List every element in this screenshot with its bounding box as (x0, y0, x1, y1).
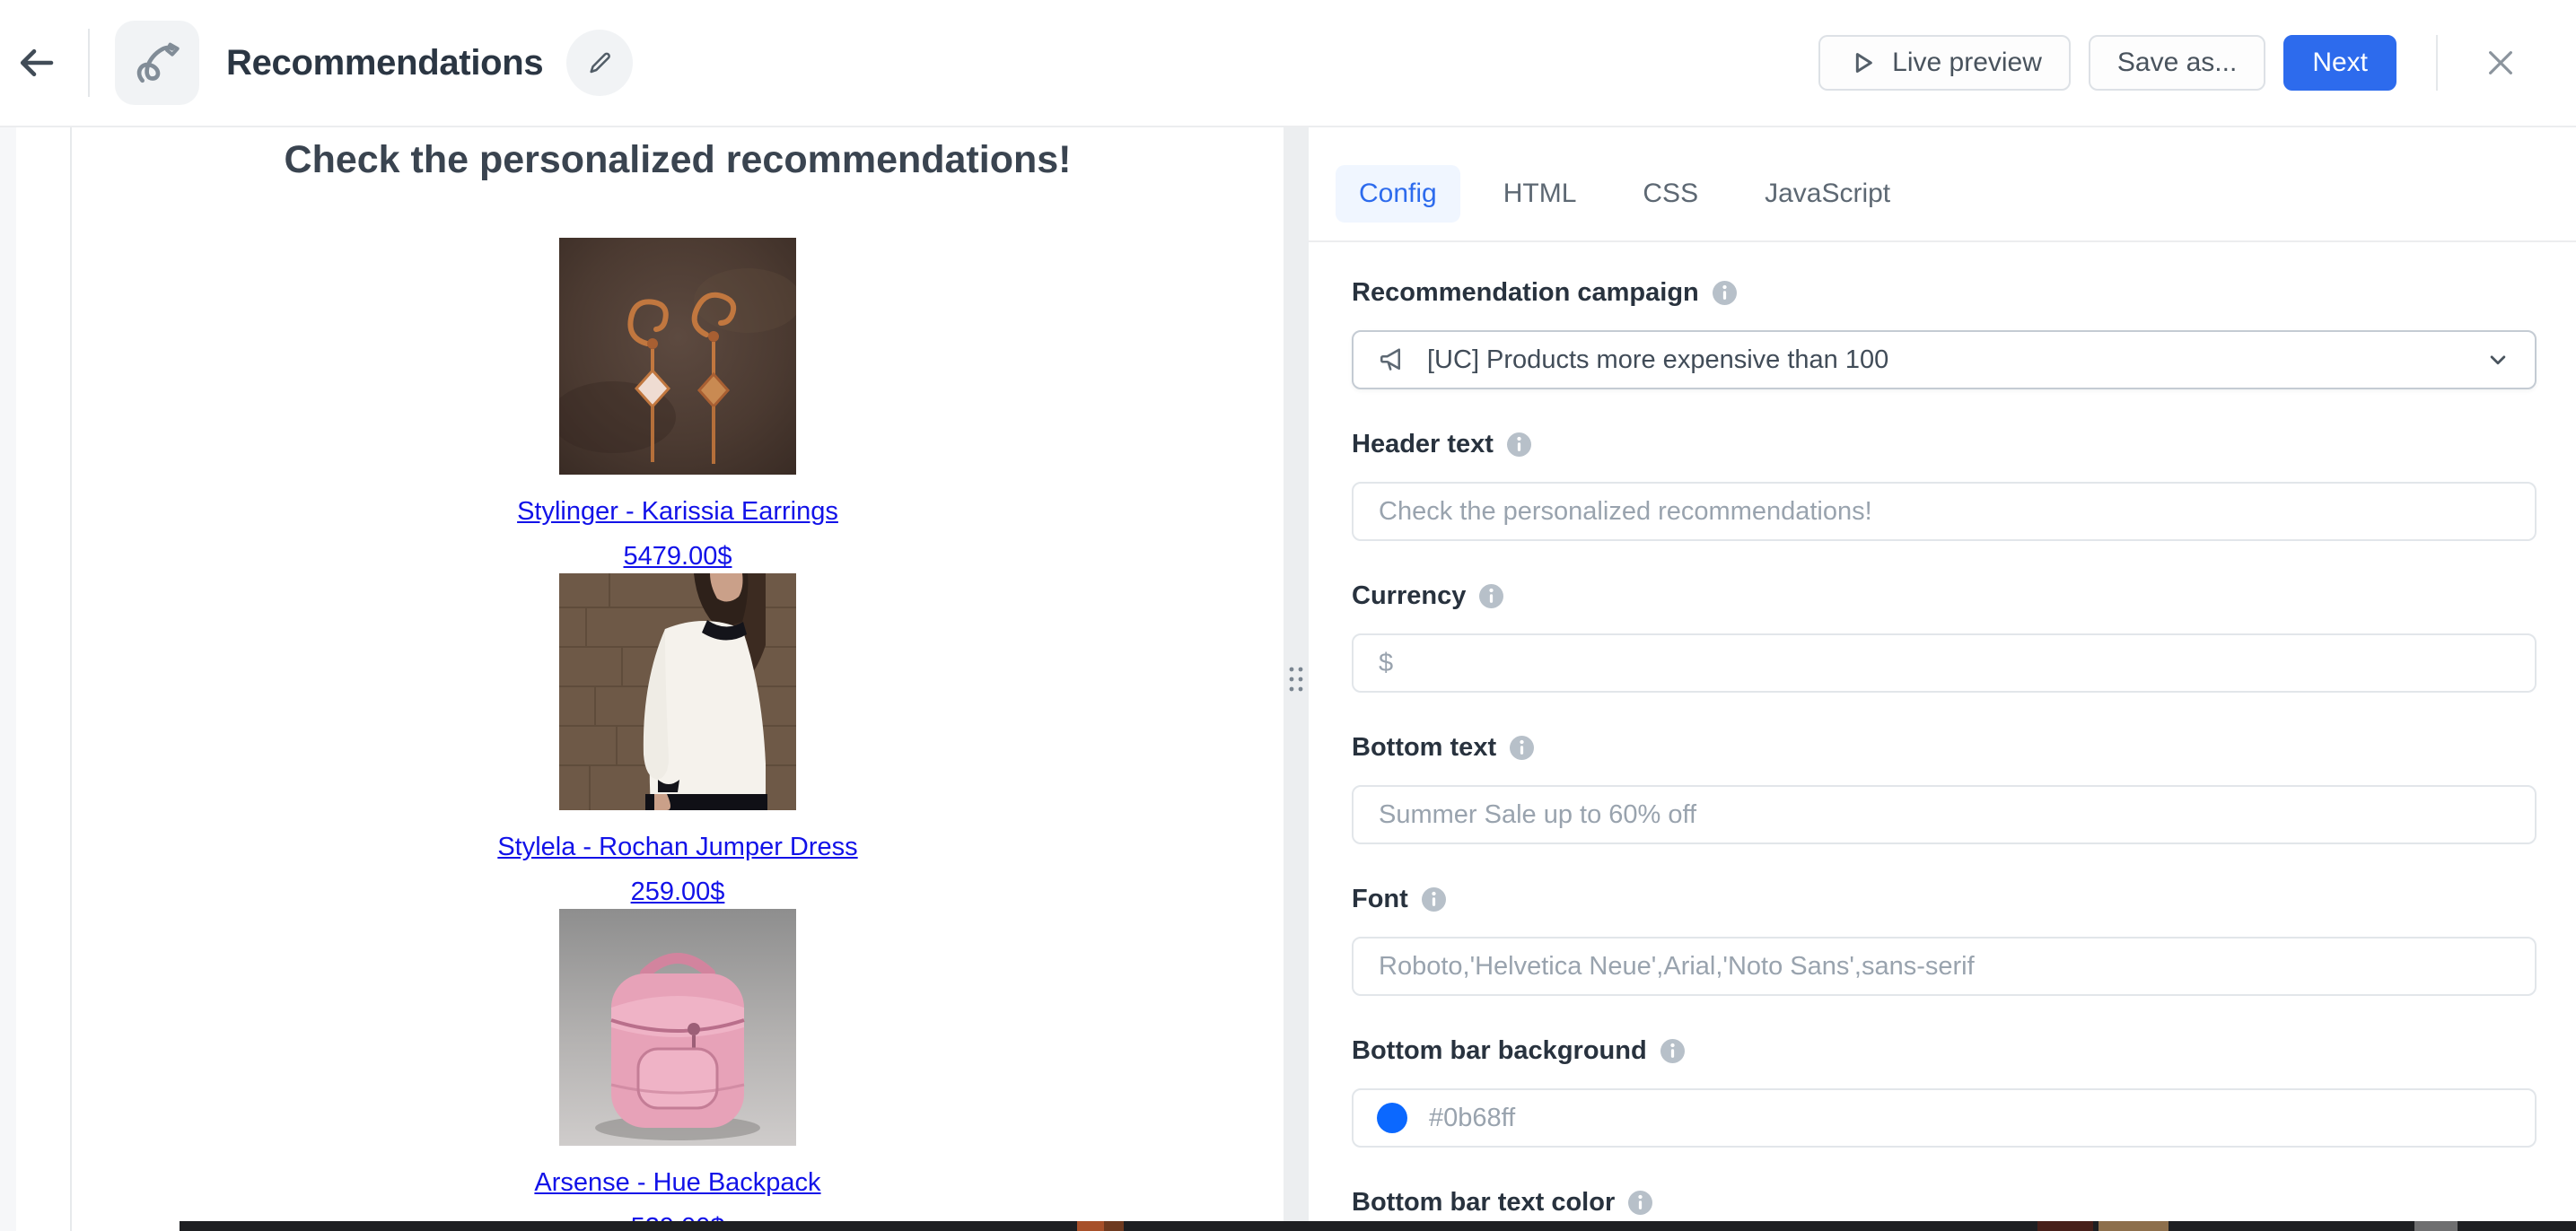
edit-pencil-icon (585, 48, 614, 77)
recommendation-campaign-select[interactable]: [UC] Products more expensive than 100 (1352, 330, 2537, 389)
field-font: Font (1352, 885, 2537, 996)
bottom-bar-background-input[interactable] (1427, 1103, 2511, 1134)
info-icon[interactable] (1479, 584, 1503, 608)
product-card: Stylinger - Karissia Earrings 5479.00$ (517, 238, 838, 570)
preview-header-text: Check the personalized recommendations! (285, 138, 1072, 182)
product-price-link[interactable]: 259.00$ (631, 878, 725, 905)
play-icon (1847, 48, 1878, 78)
template-type-badge (115, 21, 199, 105)
save-as-button[interactable]: Save as... (2089, 35, 2265, 91)
tab-html[interactable]: HTML (1480, 165, 1600, 223)
tab-css[interactable]: CSS (1619, 165, 1722, 223)
field-currency: Currency (1352, 581, 2537, 693)
field-label: Header text (1352, 430, 1494, 459)
page-title: Recommendations (226, 43, 543, 83)
product-card: Arsense - Hue Backpack 529.00$ (534, 909, 820, 1231)
info-icon[interactable] (1422, 887, 1446, 912)
color-swatch[interactable] (1377, 1103, 1407, 1133)
live-preview-button[interactable]: Live preview (1818, 35, 2071, 91)
save-as-label: Save as... (2117, 48, 2237, 78)
workflow-pencil-icon (132, 38, 182, 88)
product-name-link[interactable]: Stylinger - Karissia Earrings (517, 498, 838, 525)
info-icon[interactable] (1713, 281, 1737, 305)
drag-handle-icon[interactable] (1286, 664, 1306, 694)
selected-campaign: [UC] Products more expensive than 100 (1427, 345, 2484, 375)
dock-strip (180, 1221, 2576, 1231)
template-preview-panel: Check the personalized recommendations! (72, 127, 1284, 1231)
field-label: Recommendation campaign (1352, 278, 1699, 308)
live-preview-label: Live preview (1892, 48, 2042, 78)
field-recommendation-campaign: Recommendation campaign [UC] Products mo… (1352, 278, 2537, 389)
field-label: Currency (1352, 581, 1466, 611)
top-bar: Recommendations Live preview Save as... … (0, 0, 2576, 127)
info-icon[interactable] (1507, 432, 1531, 457)
tab-config[interactable]: Config (1336, 165, 1460, 223)
field-label: Bottom text (1352, 733, 1496, 763)
product-image-earrings[interactable] (559, 238, 796, 475)
info-icon[interactable] (1510, 736, 1534, 760)
info-icon[interactable] (1628, 1191, 1652, 1215)
close-divider (2436, 35, 2438, 91)
config-form: Recommendation campaign [UC] Products mo… (1309, 242, 2576, 1231)
product-name-link[interactable]: Arsense - Hue Backpack (534, 1169, 820, 1196)
field-bottom-text: Bottom text (1352, 733, 2537, 844)
product-image-backpack[interactable] (559, 909, 796, 1146)
product-price-link[interactable]: 5479.00$ (624, 543, 732, 570)
font-input[interactable] (1377, 951, 2511, 982)
product-card: Stylela - Rochan Jumper Dress 259.00$ (497, 573, 857, 905)
tab-javascript[interactable]: JavaScript (1741, 165, 1914, 223)
bottom-text-input[interactable] (1377, 799, 2511, 831)
field-label: Bottom bar text color (1352, 1188, 1615, 1218)
rename-button[interactable] (566, 30, 633, 96)
next-label: Next (2312, 48, 2368, 78)
config-panel: Config HTML CSS JavaScript Recommendatio… (1309, 127, 2576, 1231)
field-label: Bottom bar background (1352, 1036, 1647, 1066)
editor-tabs: Config HTML CSS JavaScript (1309, 127, 2576, 223)
chevron-down-icon (2484, 346, 2511, 373)
header-text-input[interactable] (1377, 496, 2511, 528)
field-label: Font (1352, 885, 1408, 914)
currency-input[interactable] (1377, 648, 2511, 679)
left-rail (0, 127, 72, 1231)
back-button[interactable] (0, 0, 72, 126)
info-icon[interactable] (1660, 1039, 1685, 1063)
topbar-divider (88, 29, 90, 97)
product-name-link[interactable]: Stylela - Rochan Jumper Dress (497, 834, 857, 860)
close-button[interactable] (2474, 36, 2528, 90)
megaphone-icon (1377, 344, 1409, 376)
field-header-text: Header text (1352, 430, 2537, 541)
recommendation-product-list: Stylinger - Karissia Earrings 5479.00$ (497, 238, 857, 1231)
back-arrow-icon (14, 41, 57, 84)
panel-splitter (1284, 127, 1309, 1231)
field-bottom-bar-background: Bottom bar background (1352, 1036, 2537, 1148)
next-button[interactable]: Next (2283, 35, 2396, 91)
close-icon (2482, 44, 2519, 82)
product-image-jumper-dress[interactable] (559, 573, 796, 810)
